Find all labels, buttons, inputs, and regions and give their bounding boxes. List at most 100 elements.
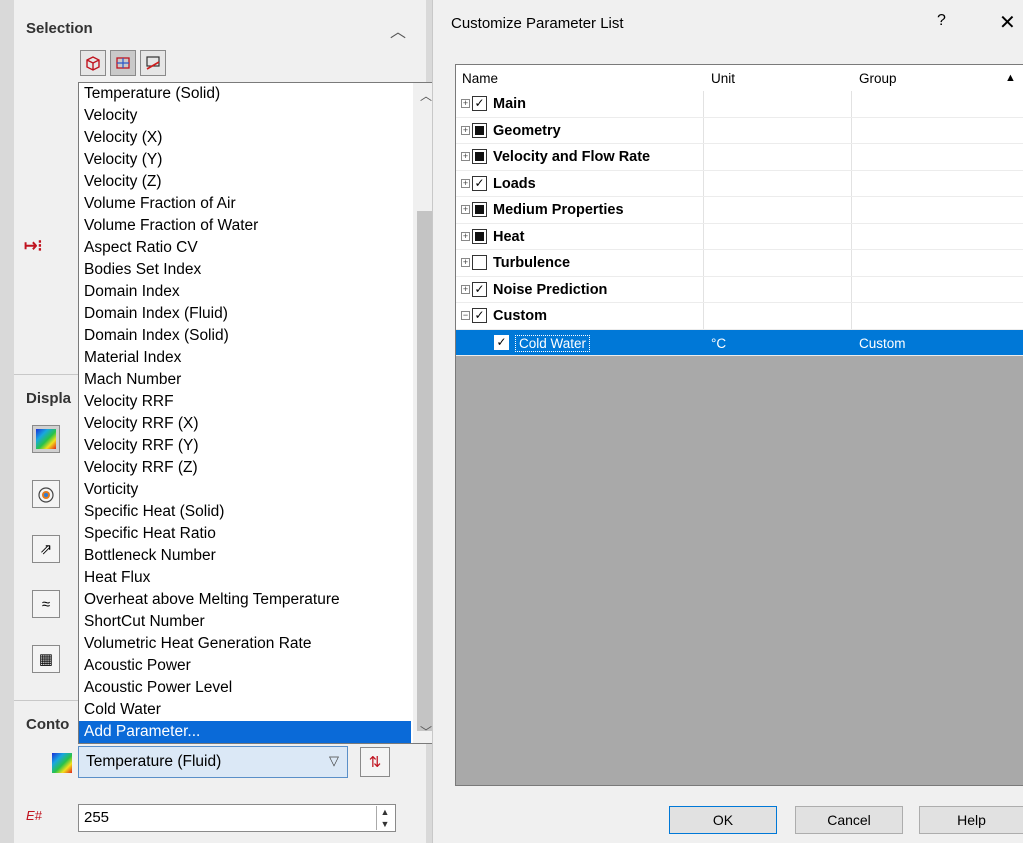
dropdown-option[interactable]: Domain Index (Fluid) <box>79 303 411 325</box>
dropdown-option[interactable]: Domain Index <box>79 281 411 303</box>
dropdown-option[interactable]: Overheat above Melting Temperature <box>79 589 411 611</box>
group-name: Turbulence <box>493 255 571 271</box>
group-name: Heat <box>493 228 525 245</box>
column-separator <box>851 91 852 117</box>
ok-button[interactable]: OK <box>669 806 777 834</box>
dropdown-option[interactable]: Velocity RRF <box>79 391 411 413</box>
adjust-range-icon[interactable]: ⇅ <box>360 747 390 777</box>
expand-icon[interactable]: + <box>461 258 470 267</box>
cancel-button[interactable]: Cancel <box>795 806 903 834</box>
group-row[interactable]: + ✓ Noise Prediction <box>456 276 1023 303</box>
dropdown-option[interactable]: Velocity <box>79 105 411 127</box>
group-checkbox[interactable]: ✓ <box>472 96 487 111</box>
contours-display-icon[interactable] <box>32 425 60 453</box>
column-header-name[interactable]: Name <box>462 71 498 86</box>
mesh-display-icon[interactable]: ▦ <box>32 645 60 673</box>
expand-icon[interactable]: + <box>461 178 470 188</box>
parameter-checkbox[interactable]: ✓ <box>494 334 509 350</box>
column-separator <box>851 144 852 170</box>
group-row[interactable]: + Heat <box>456 223 1023 250</box>
dropdown-option[interactable]: Volume Fraction of Air <box>79 193 411 215</box>
parameter-dropdown-list[interactable]: Temperature (Solid) Velocity Velocity (X) V… <box>78 82 440 744</box>
sort-up-icon[interactable]: ▲ <box>1005 72 1016 84</box>
dropdown-option[interactable]: Specific Heat (Solid) <box>79 501 411 523</box>
column-separator <box>851 223 852 249</box>
expand-icon[interactable]: + <box>461 152 470 161</box>
help-question-icon[interactable]: ? <box>937 12 946 30</box>
dropdown-option[interactable]: Vorticity <box>79 479 411 501</box>
customize-parameter-dialog: Customize Parameter List ? ✕ Name Unit G… <box>432 0 1023 843</box>
streamlines-display-icon[interactable]: ≈ <box>32 590 60 618</box>
isosurface-display-icon[interactable] <box>32 480 60 508</box>
dropdown-option[interactable]: Velocity (Y) <box>79 149 411 171</box>
column-header-group[interactable]: Group <box>859 71 897 86</box>
vectors-display-icon[interactable]: ⇗ <box>32 535 60 563</box>
group-checkbox[interactable] <box>472 255 487 270</box>
collapse-chevron-icon[interactable]: ︿ <box>390 18 406 42</box>
group-row[interactable]: + Turbulence <box>456 250 1023 277</box>
column-separator <box>703 250 704 276</box>
group-row[interactable]: + Velocity and Flow Rate <box>456 144 1023 171</box>
group-checkbox[interactable]: ✓ <box>472 175 487 191</box>
levels-spinner[interactable]: ▲ ▼ <box>376 806 393 830</box>
body-select-icon[interactable] <box>80 50 106 76</box>
contour-parameter-value: Temperature (Fluid) <box>86 753 222 770</box>
dropdown-option[interactable]: Cold Water <box>79 699 411 721</box>
dropdown-option[interactable]: Domain Index (Solid) <box>79 325 411 347</box>
column-separator <box>703 197 704 223</box>
group-row[interactable]: + ✓ Main <box>456 91 1023 118</box>
offset-icon[interactable]: ↦⁝ <box>24 236 43 256</box>
group-checkbox[interactable] <box>472 149 487 164</box>
add-parameter-option[interactable]: Add Parameter... <box>79 721 411 743</box>
expand-icon[interactable]: + <box>461 205 470 214</box>
dropdown-option[interactable]: Volumetric Heat Generation Rate <box>79 633 411 655</box>
group-row[interactable]: + Medium Properties <box>456 197 1023 224</box>
number-of-levels-icon: E# <box>26 808 42 823</box>
dropdown-option[interactable]: Temperature (Solid) <box>79 83 411 105</box>
dropdown-option[interactable]: Bottleneck Number <box>79 545 411 567</box>
close-icon[interactable]: ✕ <box>999 10 1016 35</box>
dropdown-option[interactable]: Mach Number <box>79 369 411 391</box>
column-separator <box>703 303 704 329</box>
column-header-unit[interactable]: Unit <box>711 71 735 86</box>
dropdown-option[interactable]: Heat Flux <box>79 567 411 589</box>
group-row[interactable]: + ✓ Loads <box>456 170 1023 197</box>
plane-select-icon[interactable] <box>140 50 166 76</box>
dropdown-option[interactable]: Bodies Set Index <box>79 259 411 281</box>
dropdown-option[interactable]: Aspect Ratio CV <box>79 237 411 259</box>
dropdown-option[interactable]: Acoustic Power Level <box>79 677 411 699</box>
dropdown-option[interactable]: Velocity RRF (X) <box>79 413 411 435</box>
group-row[interactable]: + Geometry <box>456 117 1023 144</box>
help-button[interactable]: Help <box>919 806 1023 834</box>
dropdown-option[interactable]: ShortCut Number <box>79 611 411 633</box>
dropdown-option[interactable]: Velocity (X) <box>79 127 411 149</box>
group-checkbox[interactable] <box>472 122 487 138</box>
palette-icon <box>52 753 72 773</box>
parameter-group: Custom <box>859 335 906 351</box>
contour-parameter-select[interactable]: Temperature (Fluid) ▽ <box>78 746 348 778</box>
parameter-row-cold-water[interactable]: ✓ Cold Water °C Custom <box>456 329 1023 356</box>
levels-input[interactable]: 255 ▲ ▼ <box>78 804 396 832</box>
group-checkbox[interactable] <box>472 228 487 244</box>
face-select-icon[interactable] <box>110 50 136 76</box>
group-checkbox[interactable]: ✓ <box>472 281 487 297</box>
dropdown-option[interactable]: Velocity RRF (Z) <box>79 457 411 479</box>
column-separator <box>851 303 852 329</box>
collapse-icon[interactable]: − <box>461 311 470 320</box>
expand-icon[interactable]: + <box>461 99 470 108</box>
selection-section-title: Selection <box>26 20 93 37</box>
group-row[interactable]: − ✓ Custom <box>456 303 1023 330</box>
dropdown-option[interactable]: Volume Fraction of Water <box>79 215 411 237</box>
group-checkbox[interactable]: ✓ <box>472 308 487 323</box>
dropdown-option[interactable]: Material Index <box>79 347 411 369</box>
dropdown-option[interactable]: Specific Heat Ratio <box>79 523 411 545</box>
expand-icon[interactable]: + <box>461 125 470 135</box>
group-checkbox[interactable] <box>472 202 487 217</box>
expand-icon[interactable]: + <box>461 284 470 294</box>
dropdown-option[interactable]: Velocity RRF (Y) <box>79 435 411 457</box>
expand-icon[interactable]: + <box>461 231 470 241</box>
column-separator <box>703 276 704 302</box>
group-name: Noise Prediction <box>493 281 608 298</box>
dropdown-option[interactable]: Acoustic Power <box>79 655 411 677</box>
dropdown-option[interactable]: Velocity (Z) <box>79 171 411 193</box>
